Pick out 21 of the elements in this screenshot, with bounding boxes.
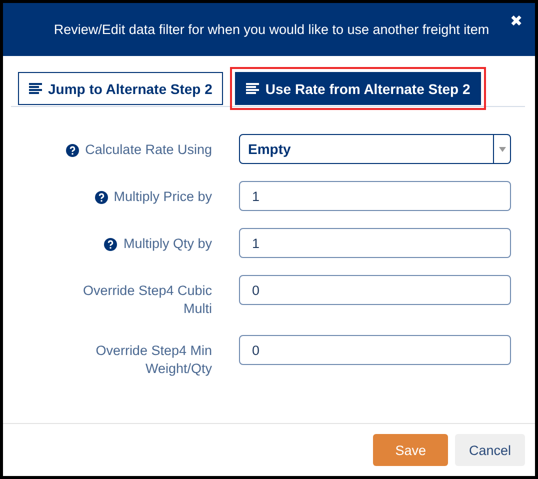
help-icon[interactable] xyxy=(104,238,118,251)
input-field[interactable]: 0 xyxy=(239,275,511,305)
select-field[interactable]: Empty xyxy=(239,134,511,164)
close-button[interactable]: ✖ xyxy=(510,12,523,30)
dialog-title: Review/Edit data filter for when you would like to use another freight item xyxy=(52,20,490,39)
input-field[interactable]: 0 xyxy=(239,335,511,365)
tab[interactable]: Use Rate from Alternate Step 2 xyxy=(235,72,482,105)
field-label: Calculate Rate Using xyxy=(85,141,212,159)
input-field[interactable]: 1 xyxy=(239,228,511,258)
field-label: Multiply Price by xyxy=(114,188,212,206)
list-icon xyxy=(29,83,42,94)
field-label: Override Step4 Cubic Multi xyxy=(82,282,212,318)
help-icon[interactable] xyxy=(94,191,108,204)
cancel-button[interactable]: Cancel xyxy=(454,434,525,466)
caret-icon xyxy=(498,146,506,152)
list-icon xyxy=(246,83,260,94)
field-label: Multiply Qty by xyxy=(123,235,212,253)
help-icon[interactable] xyxy=(66,144,80,157)
field-label: Override Step4 Min Weight/Qty xyxy=(94,342,212,378)
input-field[interactable]: 1 xyxy=(239,181,511,211)
tab[interactable]: Jump to Alternate Step 2 xyxy=(18,72,224,105)
